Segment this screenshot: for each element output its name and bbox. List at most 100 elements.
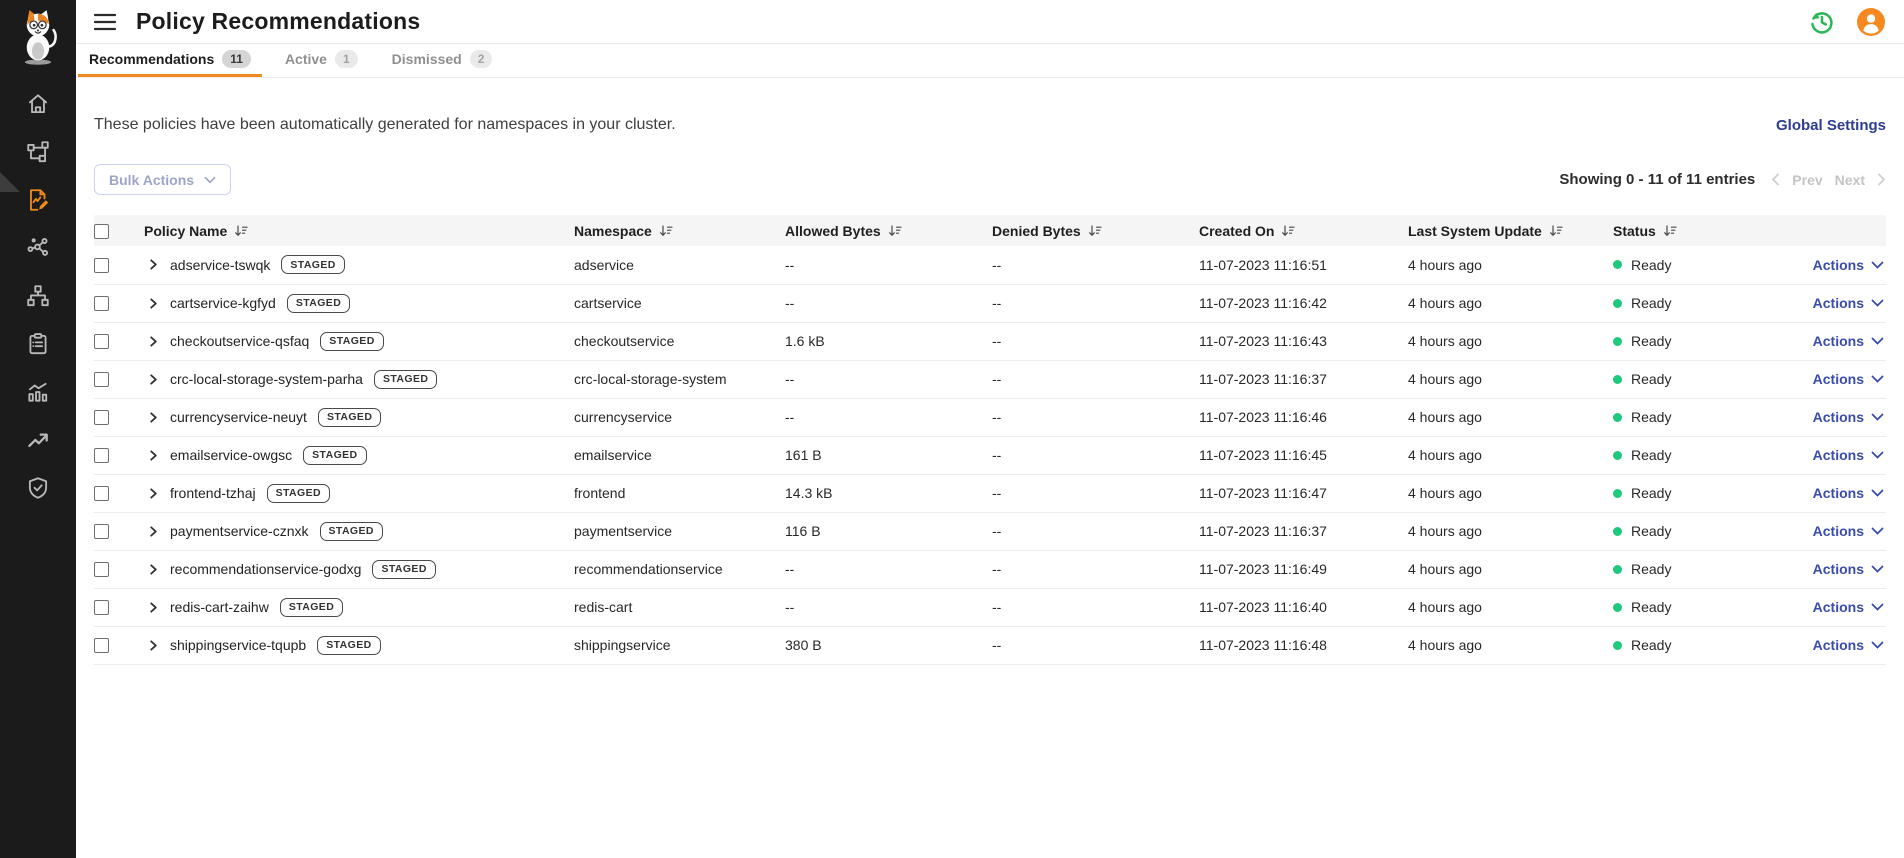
- row-checkbox[interactable]: [94, 524, 109, 539]
- cell-created-on: 11-07-2023 11:16:51: [1197, 246, 1406, 284]
- tab-recommendations[interactable]: Recommendations 11: [78, 44, 262, 77]
- menu-button[interactable]: [94, 13, 116, 31]
- sidebar-item-security[interactable]: [0, 474, 76, 501]
- expand-chevron-icon[interactable]: [148, 411, 159, 424]
- actions-button[interactable]: Actions: [1813, 561, 1884, 577]
- staged-badge: STAGED: [374, 370, 437, 389]
- select-all-checkbox[interactable]: [94, 224, 109, 239]
- sort-icon[interactable]: [1281, 225, 1295, 237]
- column-header-label: Namespace: [574, 223, 652, 239]
- column-header-label: Allowed Bytes: [785, 223, 881, 239]
- expand-chevron-icon[interactable]: [148, 601, 159, 614]
- cell-last-system-update: 4 hours ago: [1406, 284, 1611, 322]
- sidebar-item-policy-recommendations[interactable]: [0, 186, 76, 213]
- expand-chevron-icon[interactable]: [148, 487, 159, 500]
- expand-chevron-icon[interactable]: [148, 639, 159, 652]
- sidebar-item-hierarchy[interactable]: [0, 282, 76, 309]
- expand-chevron-icon[interactable]: [148, 449, 159, 462]
- expand-chevron-icon[interactable]: [148, 563, 159, 576]
- sitemap-icon: [25, 283, 51, 309]
- actions-button[interactable]: Actions: [1813, 599, 1884, 615]
- expand-chevron-icon[interactable]: [148, 525, 159, 538]
- row-checkbox[interactable]: [94, 638, 109, 653]
- chevron-left-icon[interactable]: [1771, 173, 1780, 186]
- actions-button[interactable]: Actions: [1813, 409, 1884, 425]
- status-text: Ready: [1631, 637, 1671, 653]
- status-dot: [1613, 489, 1622, 498]
- column-header-status[interactable]: Status: [1611, 215, 1795, 246]
- column-header-label: Status: [1613, 223, 1656, 239]
- chevron-down-icon: [1871, 565, 1884, 573]
- row-checkbox[interactable]: [94, 448, 109, 463]
- next-button[interactable]: Next: [1835, 172, 1865, 188]
- policy-name: recommendationservice-godxg: [170, 561, 361, 577]
- column-header-namespace[interactable]: Namespace: [572, 215, 783, 246]
- sidebar-item-topology[interactable]: [0, 138, 76, 165]
- sidebar-item-home[interactable]: [0, 90, 76, 117]
- row-checkbox[interactable]: [94, 334, 109, 349]
- staged-badge: STAGED: [303, 446, 366, 465]
- actions-button[interactable]: Actions: [1813, 485, 1884, 501]
- column-header-last-system-update[interactable]: Last System Update: [1406, 215, 1611, 246]
- row-checkbox[interactable]: [94, 486, 109, 501]
- cell-allowed-bytes: 116 B: [783, 512, 990, 550]
- sort-icon[interactable]: [234, 225, 248, 237]
- sidebar-item-network-graph[interactable]: [0, 234, 76, 261]
- tab-dismissed[interactable]: Dismissed 2: [381, 44, 504, 77]
- row-checkbox[interactable]: [94, 296, 109, 311]
- expand-chevron-icon[interactable]: [148, 335, 159, 348]
- column-header-label: Denied Bytes: [992, 223, 1081, 239]
- expand-chevron-icon[interactable]: [148, 297, 159, 310]
- actions-button[interactable]: Actions: [1813, 371, 1884, 387]
- actions-button[interactable]: Actions: [1813, 295, 1884, 311]
- cell-created-on: 11-07-2023 11:16:45: [1197, 436, 1406, 474]
- actions-button[interactable]: Actions: [1813, 257, 1884, 273]
- sidebar-item-reports[interactable]: [0, 330, 76, 357]
- row-checkbox[interactable]: [94, 410, 109, 425]
- column-header-denied-bytes[interactable]: Denied Bytes: [990, 215, 1197, 246]
- cell-namespace: checkoutservice: [572, 322, 783, 360]
- staged-badge: STAGED: [280, 598, 343, 617]
- expand-chevron-icon[interactable]: [148, 258, 159, 271]
- global-settings-link[interactable]: Global Settings: [1776, 117, 1886, 134]
- sidebar-item-monitoring[interactable]: [0, 378, 76, 405]
- bulk-actions-button[interactable]: Bulk Actions: [94, 164, 231, 195]
- cell-denied-bytes: --: [990, 512, 1197, 550]
- cell-namespace: shippingservice: [572, 626, 783, 664]
- tab-active[interactable]: Active 1: [274, 44, 369, 77]
- chevron-right-icon[interactable]: [1877, 173, 1886, 186]
- policy-name: paymentservice-cznxk: [170, 523, 309, 539]
- column-header-allowed-bytes[interactable]: Allowed Bytes: [783, 215, 990, 246]
- actions-button[interactable]: Actions: [1813, 637, 1884, 653]
- actions-column-header: [1795, 215, 1886, 246]
- row-checkbox[interactable]: [94, 562, 109, 577]
- sort-icon[interactable]: [1549, 225, 1563, 237]
- actions-button[interactable]: Actions: [1813, 333, 1884, 349]
- sort-icon[interactable]: [659, 225, 673, 237]
- sidebar-item-trends[interactable]: [0, 426, 76, 453]
- row-checkbox[interactable]: [94, 600, 109, 615]
- status-dot: [1613, 299, 1622, 308]
- sort-icon[interactable]: [1088, 225, 1102, 237]
- share-network-icon: [25, 235, 51, 261]
- status-dot: [1613, 603, 1622, 612]
- user-avatar-button[interactable]: [1856, 7, 1886, 37]
- prev-button[interactable]: Prev: [1792, 172, 1822, 188]
- chevron-down-icon: [1871, 337, 1884, 345]
- sort-icon[interactable]: [888, 225, 902, 237]
- history-button[interactable]: [1806, 7, 1838, 37]
- column-header-created-on[interactable]: Created On: [1197, 215, 1406, 246]
- sort-icon[interactable]: [1663, 225, 1677, 237]
- clipboard-icon: [25, 331, 51, 357]
- chevron-down-icon: [1871, 489, 1884, 497]
- actions-button[interactable]: Actions: [1813, 447, 1884, 463]
- cell-last-system-update: 4 hours ago: [1406, 360, 1611, 398]
- app-logo[interactable]: [0, 0, 76, 70]
- column-header-policy-name[interactable]: Policy Name: [142, 215, 572, 246]
- status-text: Ready: [1631, 371, 1671, 387]
- cell-last-system-update: 4 hours ago: [1406, 512, 1611, 550]
- row-checkbox[interactable]: [94, 258, 109, 273]
- expand-chevron-icon[interactable]: [148, 373, 159, 386]
- row-checkbox[interactable]: [94, 372, 109, 387]
- actions-button[interactable]: Actions: [1813, 523, 1884, 539]
